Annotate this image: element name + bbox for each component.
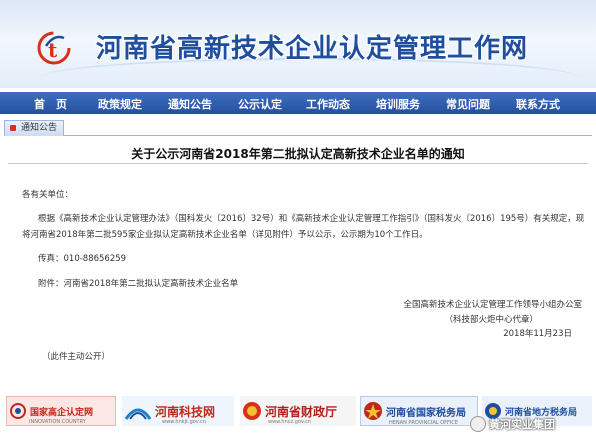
article-attachment[interactable]: 附件：河南省2018年第二批拟认定高新技术企业名单 (38, 277, 238, 289)
watermark-label: 黄河实业集团 (489, 418, 555, 431)
nav-item-training[interactable]: 培训服务 (376, 96, 420, 112)
article-body-line1: 根据《高新技术企业认定管理办法》（国科发火〔2016〕32号）和《高新技术企业认… (38, 214, 585, 224)
footer-logo1-label: 国家高企认定网 (30, 407, 94, 418)
site-banner: t 河南省高新技术企业认定管理工作网 (0, 0, 596, 88)
footer-link-national-tax[interactable]: 河南省国家税务局 HENAN PROVINCIAL OFFICE (360, 396, 478, 426)
nav-item-publicity[interactable]: 公示认定 (238, 96, 282, 112)
national-emblem-icon (243, 402, 261, 420)
footer-link-hnkjt[interactable]: 河南科技网 www.hnkjt.gov.cn (122, 396, 234, 426)
nav-item-policy[interactable]: 政策规定 (98, 96, 142, 112)
article-greeting: 各有关单位： (22, 190, 74, 200)
wechat-account-icon (470, 416, 486, 432)
article-title: 关于公示河南省2018年第二批拟认定高新技术企业名单的通知 (131, 147, 465, 161)
article-signature-office: 全国高新技术企业认定管理工作领导小组办公室 (403, 300, 582, 310)
nav-item-news[interactable]: 工作动态 (306, 96, 350, 112)
innocom-logo-icon (10, 403, 26, 419)
footer-logo2-label: 河南科技网 (155, 404, 216, 419)
site-logo-icon[interactable]: t (34, 26, 74, 66)
tax-emblem-icon (364, 402, 382, 420)
footer-logo3-sub: www.hncz.gov.cn (268, 419, 312, 425)
watermark: 黄河实业集团 (470, 416, 555, 432)
title-divider (8, 163, 588, 164)
article-note: （此件主动公开） (42, 352, 111, 362)
breadcrumb[interactable]: 通知公告 (4, 120, 65, 136)
footer-link-hncz[interactable]: 河南省财政厅 www.hncz.gov.cn (240, 396, 356, 426)
footer-logo4-label: 河南省国家税务局 (386, 407, 466, 419)
footer-link-innocom[interactable]: 国家高企认定网 INNOVATION COUNTRY (6, 396, 116, 426)
bullet-icon (10, 125, 16, 131)
hnkjt-logo-icon (124, 408, 152, 420)
footer-logo3-label: 河南省财政厅 (265, 404, 338, 419)
nav-item-faq[interactable]: 常见问题 (446, 96, 490, 112)
nav-item-contact[interactable]: 联系方式 (516, 96, 560, 112)
footer-logo4-sub: HENAN PROVINCIAL OFFICE (389, 420, 458, 426)
article-body-line2: 将河南省2018年第二批595家企业拟认定高新技术企业名单（详见附件）予以公示，… (22, 230, 428, 240)
article-signature-seal: （科技部火炬中心代章） (444, 315, 538, 325)
site-title: 河南省高新技术企业认定管理工作网 (96, 34, 529, 64)
article-fax: 传真：010-88656259 (38, 254, 127, 264)
nav-item-notices[interactable]: 通知公告 (168, 96, 212, 112)
svg-text:t: t (48, 38, 58, 62)
breadcrumb-bar: 通知公告 (4, 120, 592, 136)
breadcrumb-label: 通知公告 (21, 123, 58, 133)
nav-item-home[interactable]: 首 页 (34, 96, 67, 112)
footer-logo2-sub: www.hnkjt.gov.cn (162, 419, 206, 425)
article-date: 2018年11月23日 (503, 329, 572, 339)
main-nav: 首 页 政策规定 通知公告 公示认定 工作动态 培训服务 常见问题 联系方式 (0, 92, 596, 114)
footer-logo1-sub: INNOVATION COUNTRY (29, 419, 86, 425)
